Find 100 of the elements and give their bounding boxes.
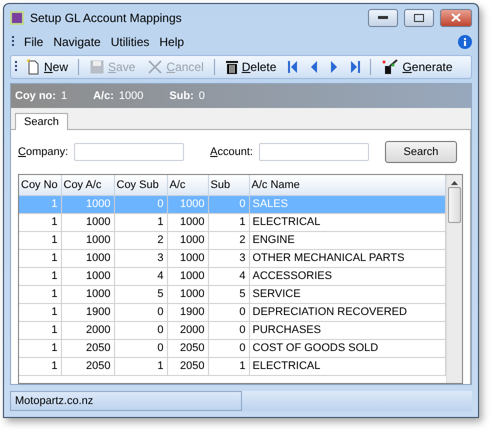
table-cell: 1000: [167, 231, 208, 250]
previous-record-icon[interactable]: [310, 60, 318, 73]
info-icon[interactable]: [458, 34, 472, 49]
table-cell: 1: [19, 357, 61, 376]
table-cell: SALES: [249, 195, 446, 214]
table-cell: 0: [208, 195, 249, 214]
search-button[interactable]: Search: [384, 140, 457, 163]
table-cell: 1: [19, 303, 61, 322]
table-cell: 1900: [61, 303, 114, 322]
last-record-icon[interactable]: [350, 60, 360, 73]
table-cell: 0: [208, 321, 249, 340]
table-cell: 1: [19, 231, 61, 250]
table-cell: OTHER MECHANICAL PARTS: [249, 249, 446, 268]
menu-item[interactable]: Navigate: [53, 34, 101, 49]
table-cell: 1000: [61, 231, 114, 250]
toolbar-button[interactable]: Generate: [377, 56, 456, 78]
table-cell: ACCESSORIES: [249, 267, 446, 286]
table-cell: 1: [19, 213, 61, 232]
column-header[interactable]: Coy A/c: [61, 174, 114, 196]
table-cell: 1000: [167, 267, 208, 286]
table-row[interactable]: 1 1000 5 1000 5 SERVICE: [19, 285, 446, 304]
next-record-icon[interactable]: [330, 60, 338, 73]
scrollbar[interactable]: [446, 174, 462, 383]
menu-item[interactable]: Help: [159, 34, 184, 49]
close-icon: [451, 13, 461, 22]
table-cell: 2050: [167, 357, 208, 376]
column-header[interactable]: Sub: [208, 174, 249, 196]
field-label: Account:: [210, 146, 253, 158]
table-cell: 1: [208, 213, 249, 232]
toolbar-button[interactable]: Delete: [220, 56, 280, 78]
menu-item[interactable]: Utilities: [110, 34, 150, 49]
table-cell: 2000: [167, 321, 208, 340]
table-cell: ENGINE: [249, 231, 446, 250]
column-header[interactable]: Coy No: [19, 174, 61, 196]
table-row[interactable]: 1 1000 1 1000 1 ELECTRICAL: [19, 213, 446, 232]
trash-can-icon: [224, 58, 239, 75]
maximize-icon: [414, 14, 424, 22]
table-cell: 0: [114, 321, 167, 340]
grip-handle[interactable]: [12, 36, 14, 48]
scrollbar-thumb[interactable]: [448, 186, 461, 223]
minimize-button[interactable]: [368, 8, 398, 27]
status-text: Motopartz.co.nz: [10, 390, 242, 411]
maximize-button[interactable]: [404, 8, 434, 27]
first-record-icon[interactable]: [288, 60, 298, 73]
table-cell: 1: [208, 357, 249, 376]
table-cell: 1000: [61, 195, 114, 214]
table-row[interactable]: 1 1000 2 1000 2 ENGINE: [19, 231, 446, 250]
minimize-icon: [378, 16, 388, 20]
column-header[interactable]: A/c Name: [249, 174, 446, 196]
column-header[interactable]: A/c: [167, 174, 208, 196]
table-cell: 1: [19, 285, 61, 304]
field-label: Company:: [18, 146, 68, 158]
table-cell: 1: [114, 213, 167, 232]
table-cell: 2000: [61, 321, 114, 340]
table-cell: 1000: [61, 249, 114, 268]
table-row[interactable]: 1 1900 0 1900 0 DEPRECIATION RECOVERED: [19, 303, 446, 322]
table-cell: 1: [19, 195, 61, 214]
app-icon: [10, 10, 24, 25]
table-cell: 0: [208, 303, 249, 322]
table-cell: 4: [208, 267, 249, 286]
account-field[interactable]: [258, 142, 369, 161]
table-cell: 1900: [167, 303, 208, 322]
table-cell: 5: [208, 285, 249, 304]
table-cell: 1000: [61, 213, 114, 232]
column-header[interactable]: Coy Sub: [114, 174, 167, 196]
tab[interactable]: Search: [15, 112, 68, 130]
close-button[interactable]: [440, 8, 472, 27]
table-cell: 1000: [167, 285, 208, 304]
table-cell: 0: [114, 339, 167, 358]
table-cell: 2050: [167, 339, 208, 358]
table-cell: 1: [114, 357, 167, 376]
menu-item[interactable]: File: [24, 34, 44, 49]
table-row[interactable]: 1 2000 0 2000 0 PURCHASES: [19, 321, 446, 340]
info-label: Sub:: [169, 90, 194, 102]
info-label: A/c:: [93, 90, 114, 102]
table-row[interactable]: 1 1000 4 1000 4 ACCESSORIES: [19, 267, 446, 286]
table-cell: 1000: [61, 267, 114, 286]
table-row[interactable]: 1 2050 1 2050 1 ELECTRICAL: [19, 357, 446, 376]
x-mark-icon: [147, 58, 164, 75]
toolbar-button[interactable]: New: [21, 56, 72, 78]
table-cell: 2050: [61, 339, 114, 358]
table-row[interactable]: 1 1000 3 1000 3 OTHER MECHANICAL PARTS: [19, 249, 446, 268]
table-cell: COST OF GOODS SOLD: [249, 339, 446, 358]
table-cell: 5: [114, 285, 167, 304]
table-cell: 1000: [167, 213, 208, 232]
table-cell: 2: [114, 231, 167, 250]
magic-wand-icon: [381, 58, 400, 75]
table-cell: 1000: [167, 195, 208, 214]
table-cell: 0: [114, 195, 167, 214]
company-field[interactable]: [74, 142, 184, 161]
table-cell: 1: [19, 267, 61, 286]
table-cell: 4: [114, 267, 167, 286]
scroll-up-arrow-icon[interactable]: [451, 180, 458, 185]
new-document-icon: [25, 58, 41, 75]
table-cell: ELECTRICAL: [249, 213, 446, 232]
table-cell: 3: [208, 249, 249, 268]
table-cell: SERVICE: [249, 285, 446, 304]
info-value: 1000: [118, 90, 144, 102]
grip-handle[interactable]: [15, 60, 17, 73]
table-row[interactable]: 1 2050 0 2050 0 COST OF GOODS SOLD: [19, 339, 446, 358]
